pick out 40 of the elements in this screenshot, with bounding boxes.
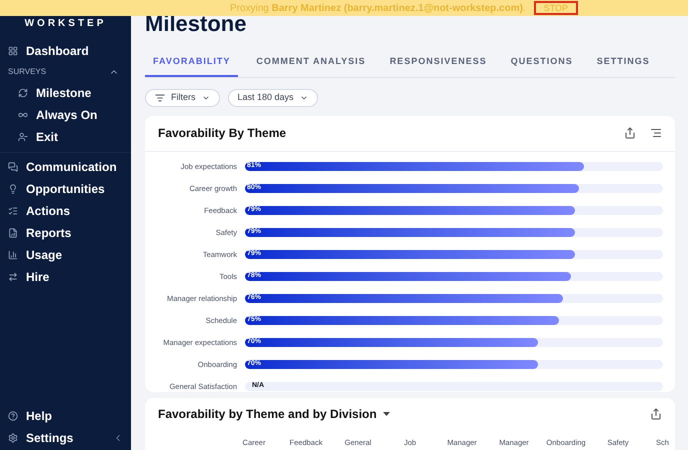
sort-icon[interactable] <box>650 127 662 139</box>
nav-item[interactable]: Reports <box>0 222 131 244</box>
bar-chart-icon <box>8 250 18 260</box>
checklist-icon <box>8 206 18 216</box>
nav-item[interactable]: Always On <box>0 104 131 126</box>
filter-icon <box>155 92 165 102</box>
nav-item[interactable]: Usage <box>0 244 131 266</box>
report-icon <box>8 228 18 238</box>
help-icon <box>8 411 18 421</box>
share-icon[interactable] <box>650 408 662 420</box>
arrows-icon <box>8 272 18 282</box>
nav-item[interactable]: Dashboard <box>0 40 131 62</box>
nav-item[interactable]: Communication <box>0 156 131 178</box>
settings-icon <box>8 433 18 443</box>
tab[interactable]: FAVORABILITY <box>145 55 238 76</box>
nav-item[interactable]: Milestone <box>0 82 131 104</box>
lightbulb-icon <box>8 184 18 194</box>
card-title: Favorability by Theme and by Division <box>158 406 377 422</box>
tab[interactable]: RESPONSIVENESS <box>382 55 495 76</box>
tab[interactable]: QUESTIONS <box>502 55 581 76</box>
grid-icon <box>8 46 18 56</box>
tab[interactable]: COMMENT ANALYSIS <box>248 55 374 76</box>
user-icon <box>18 132 28 142</box>
tab[interactable]: SETTINGS <box>588 55 658 76</box>
nav-item[interactable]: Exit <box>0 126 131 148</box>
share-icon[interactable] <box>624 127 636 139</box>
chat-icon <box>8 162 18 172</box>
nav-item[interactable]: Opportunities <box>0 178 131 200</box>
nav-item[interactable]: Help <box>0 405 131 427</box>
caret-icon[interactable] <box>382 412 390 416</box>
filter-dropdown[interactable]: Last 180 days <box>228 88 318 106</box>
card-title: Favorability By Theme <box>158 125 286 142</box>
nav-item[interactable]: Hire <box>0 266 131 288</box>
section-label: SURVEYS <box>8 66 46 78</box>
nav-item[interactable]: Actions <box>0 200 131 222</box>
cycle-icon <box>18 88 28 98</box>
nav-item[interactable]: Settings <box>0 427 74 449</box>
logo-text: WORKSTEP <box>24 18 106 29</box>
filter-dropdown[interactable]: Filters <box>145 88 220 106</box>
infinity-icon <box>18 110 28 120</box>
